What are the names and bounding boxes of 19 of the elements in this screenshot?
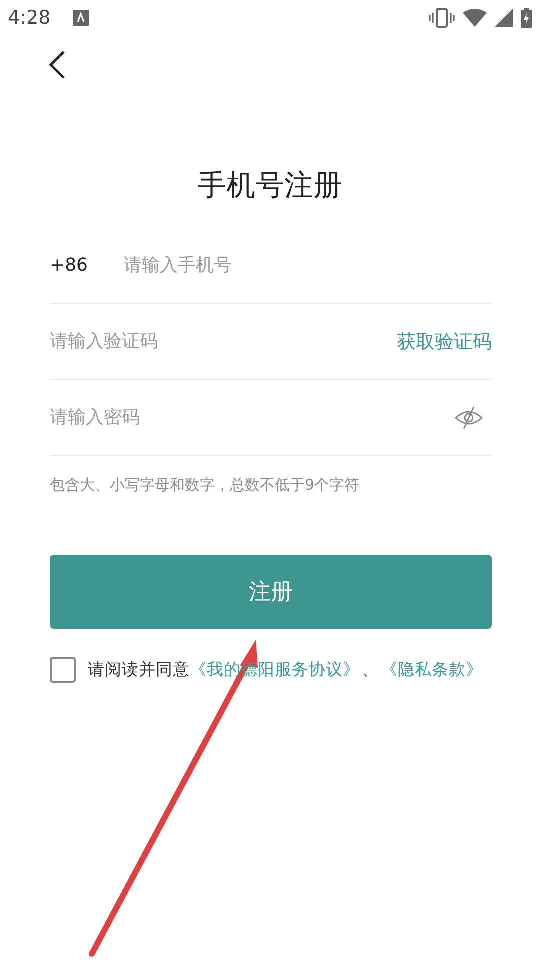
wifi-icon xyxy=(463,9,487,27)
privacy-link[interactable]: 《隐私条款》 xyxy=(381,659,483,681)
agree-checkbox[interactable] xyxy=(50,657,76,683)
code-input[interactable]: 请输入验证码 xyxy=(50,322,397,362)
page-title: 手机号注册 xyxy=(196,167,344,204)
phone-input[interactable]: 请输入手机号 xyxy=(124,246,492,286)
notification-icon xyxy=(72,10,89,26)
vibrate-icon xyxy=(429,8,455,28)
get-code-button[interactable]: 获取验证码 xyxy=(397,328,492,354)
battery-icon xyxy=(521,8,532,28)
agreement-text: 请阅读并同意 xyxy=(88,659,190,681)
status-time: 4:28 xyxy=(8,7,51,29)
signal-icon xyxy=(495,9,513,27)
password-hint: 包含大、小写字母和数字，总数不低于9个字符 xyxy=(50,476,361,495)
separator-text: 、 xyxy=(362,659,379,681)
eye-off-icon[interactable] xyxy=(454,404,484,430)
country-code: +86 xyxy=(50,255,89,276)
password-input[interactable]: 请输入密码 xyxy=(50,398,454,438)
register-button[interactable]: 注册 xyxy=(50,555,492,629)
